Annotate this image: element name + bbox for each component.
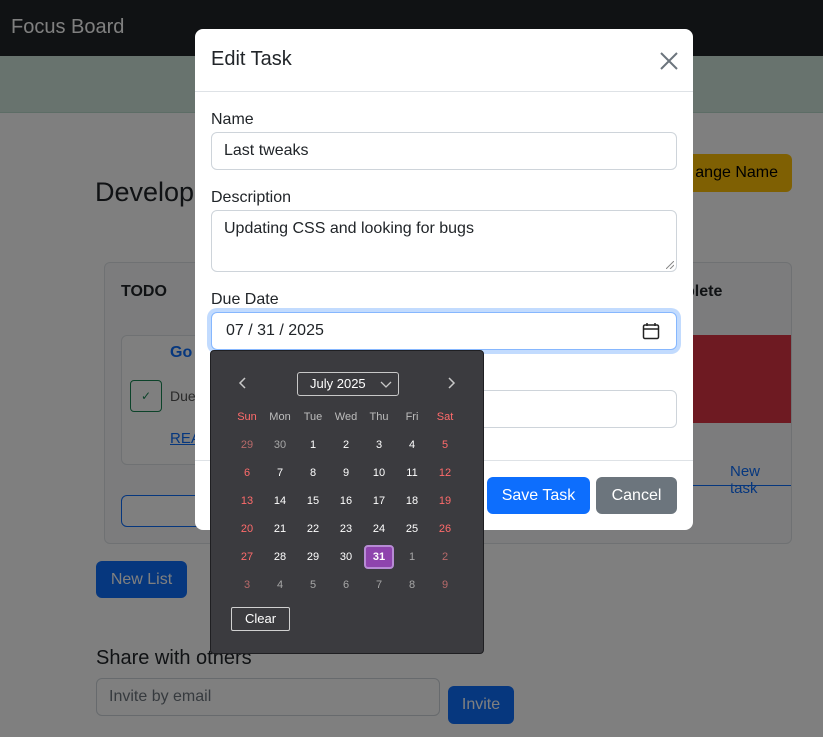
calendar-day[interactable]: 5 (430, 433, 460, 457)
chevron-right-icon[interactable] (443, 375, 459, 391)
name-label: Name (211, 111, 254, 128)
due-date-value: 07 / 31 / 2025 (226, 322, 324, 339)
calendar-day[interactable]: 29 (298, 545, 328, 569)
save-task-button[interactable]: Save Task (487, 477, 590, 514)
weekday-label: Mon (269, 411, 291, 423)
description-textarea[interactable]: Updating CSS and looking for bugs (211, 210, 677, 272)
calendar-day[interactable]: 30 (265, 433, 295, 457)
calendar-day[interactable]: 19 (430, 489, 460, 513)
calendar-day-selected[interactable]: 31 (364, 545, 394, 569)
description-label: Description (211, 189, 292, 206)
calendar-day[interactable]: 28 (265, 545, 295, 569)
weekday-label: Thu (369, 411, 389, 423)
calendar-day[interactable]: 8 (397, 573, 427, 597)
calendar-day[interactable]: 20 (232, 517, 262, 541)
calendar-day[interactable]: 4 (265, 573, 295, 597)
modal-title: Edit Task (211, 48, 292, 70)
calendar-icon[interactable] (642, 322, 660, 340)
weekday-label: Sat (436, 411, 454, 423)
weekday-label: Fri (405, 411, 419, 423)
calendar-day[interactable]: 18 (397, 489, 427, 513)
description-value: Updating CSS and looking for bugs (224, 220, 474, 237)
weekday-label: Wed (334, 411, 358, 423)
calendar-day[interactable]: 3 (232, 573, 262, 597)
calendar-day[interactable]: 10 (364, 461, 394, 485)
calendar-day[interactable]: 22 (298, 517, 328, 541)
calendar-day[interactable]: 1 (298, 433, 328, 457)
modal-header: Edit Task (195, 29, 693, 92)
calendar-day[interactable]: 2 (331, 433, 361, 457)
close-icon[interactable] (657, 49, 681, 73)
calendar-day[interactable]: 6 (232, 461, 262, 485)
calendar-day[interactable]: 9 (430, 573, 460, 597)
calendar-day[interactable]: 25 (397, 517, 427, 541)
calendar-day[interactable]: 6 (331, 573, 361, 597)
calendar-day[interactable]: 1 (397, 545, 427, 569)
calendar-day[interactable]: 13 (232, 489, 262, 513)
calendar-day[interactable]: 24 (364, 517, 394, 541)
clear-date-button[interactable]: Clear (231, 607, 290, 631)
weekday-label: Tue (303, 411, 323, 423)
calendar-day[interactable]: 3 (364, 433, 394, 457)
calendar-day[interactable]: 26 (430, 517, 460, 541)
chevron-left-icon[interactable] (235, 375, 251, 391)
calendar-day[interactable]: 16 (331, 489, 361, 513)
chevron-down-icon (380, 381, 392, 388)
date-picker: July 2025 Clear Sun Mon Tue Wed Thu Fri Sat 29 3… (210, 350, 484, 654)
month-year-select[interactable]: July 2025 (297, 372, 399, 396)
name-input[interactable]: Last tweaks (211, 132, 677, 170)
calendar-day[interactable]: 9 (331, 461, 361, 485)
calendar-day[interactable]: 23 (331, 517, 361, 541)
calendar-day[interactable]: 8 (298, 461, 328, 485)
calendar-day[interactable]: 30 (331, 545, 361, 569)
weekday-label: Sun (237, 411, 257, 423)
cancel-button[interactable]: Cancel (596, 477, 677, 514)
calendar-day[interactable]: 12 (430, 461, 460, 485)
calendar-day[interactable]: 5 (298, 573, 328, 597)
calendar-day[interactable]: 14 (265, 489, 295, 513)
calendar-day[interactable]: 4 (397, 433, 427, 457)
calendar-day[interactable]: 27 (232, 545, 262, 569)
calendar-day[interactable]: 7 (364, 573, 394, 597)
due-date-label: Due Date (211, 291, 279, 308)
calendar-day[interactable]: 21 (265, 517, 295, 541)
calendar-day[interactable]: 29 (232, 433, 262, 457)
calendar-day[interactable]: 15 (298, 489, 328, 513)
calendar-day[interactable]: 11 (397, 461, 427, 485)
calendar-day[interactable]: 17 (364, 489, 394, 513)
calendar-day[interactable]: 7 (265, 461, 295, 485)
month-year-value: July 2025 (310, 376, 366, 391)
resize-grip-icon[interactable] (666, 261, 674, 269)
calendar-day[interactable]: 2 (430, 545, 460, 569)
name-value: Last tweaks (224, 142, 309, 159)
due-date-input[interactable]: 07 / 31 / 2025 (211, 312, 677, 350)
